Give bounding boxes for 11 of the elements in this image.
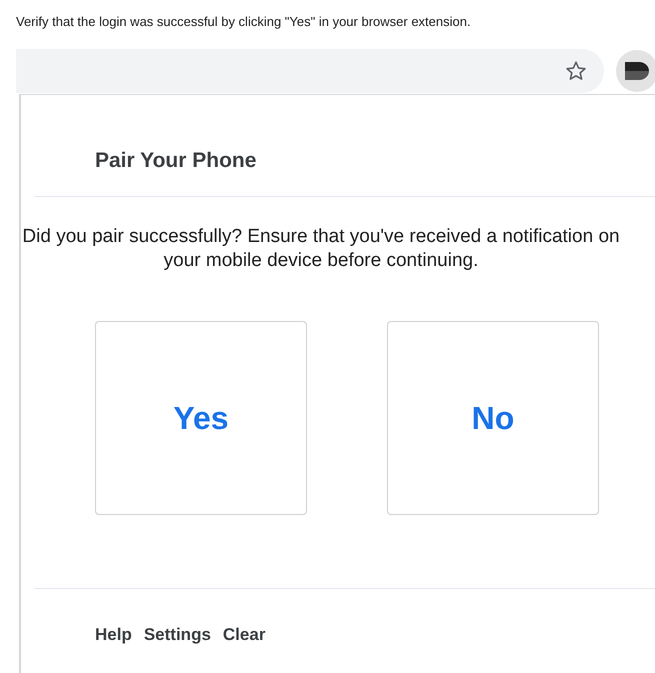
question-text: Did you pair successfully? Ensure that you've received a notification on your mobile device before continuing. <box>21 225 621 273</box>
footer-link[interactable]: Clear <box>222 622 266 648</box>
star-icon[interactable] <box>565 60 587 82</box>
footer-link[interactable]: Help <box>95 622 132 648</box>
extension-icon <box>624 61 650 81</box>
choice-button[interactable]: No <box>387 321 599 515</box>
extension-button[interactable] <box>616 50 655 92</box>
choice-button[interactable]: Yes <box>95 321 307 515</box>
popup-title: Pair Your Phone <box>95 148 258 174</box>
footer-link[interactable]: Settings <box>144 622 211 648</box>
instruction-text: Verify that the login was successful by clicking "Yes" in your browser extension. <box>16 13 471 31</box>
